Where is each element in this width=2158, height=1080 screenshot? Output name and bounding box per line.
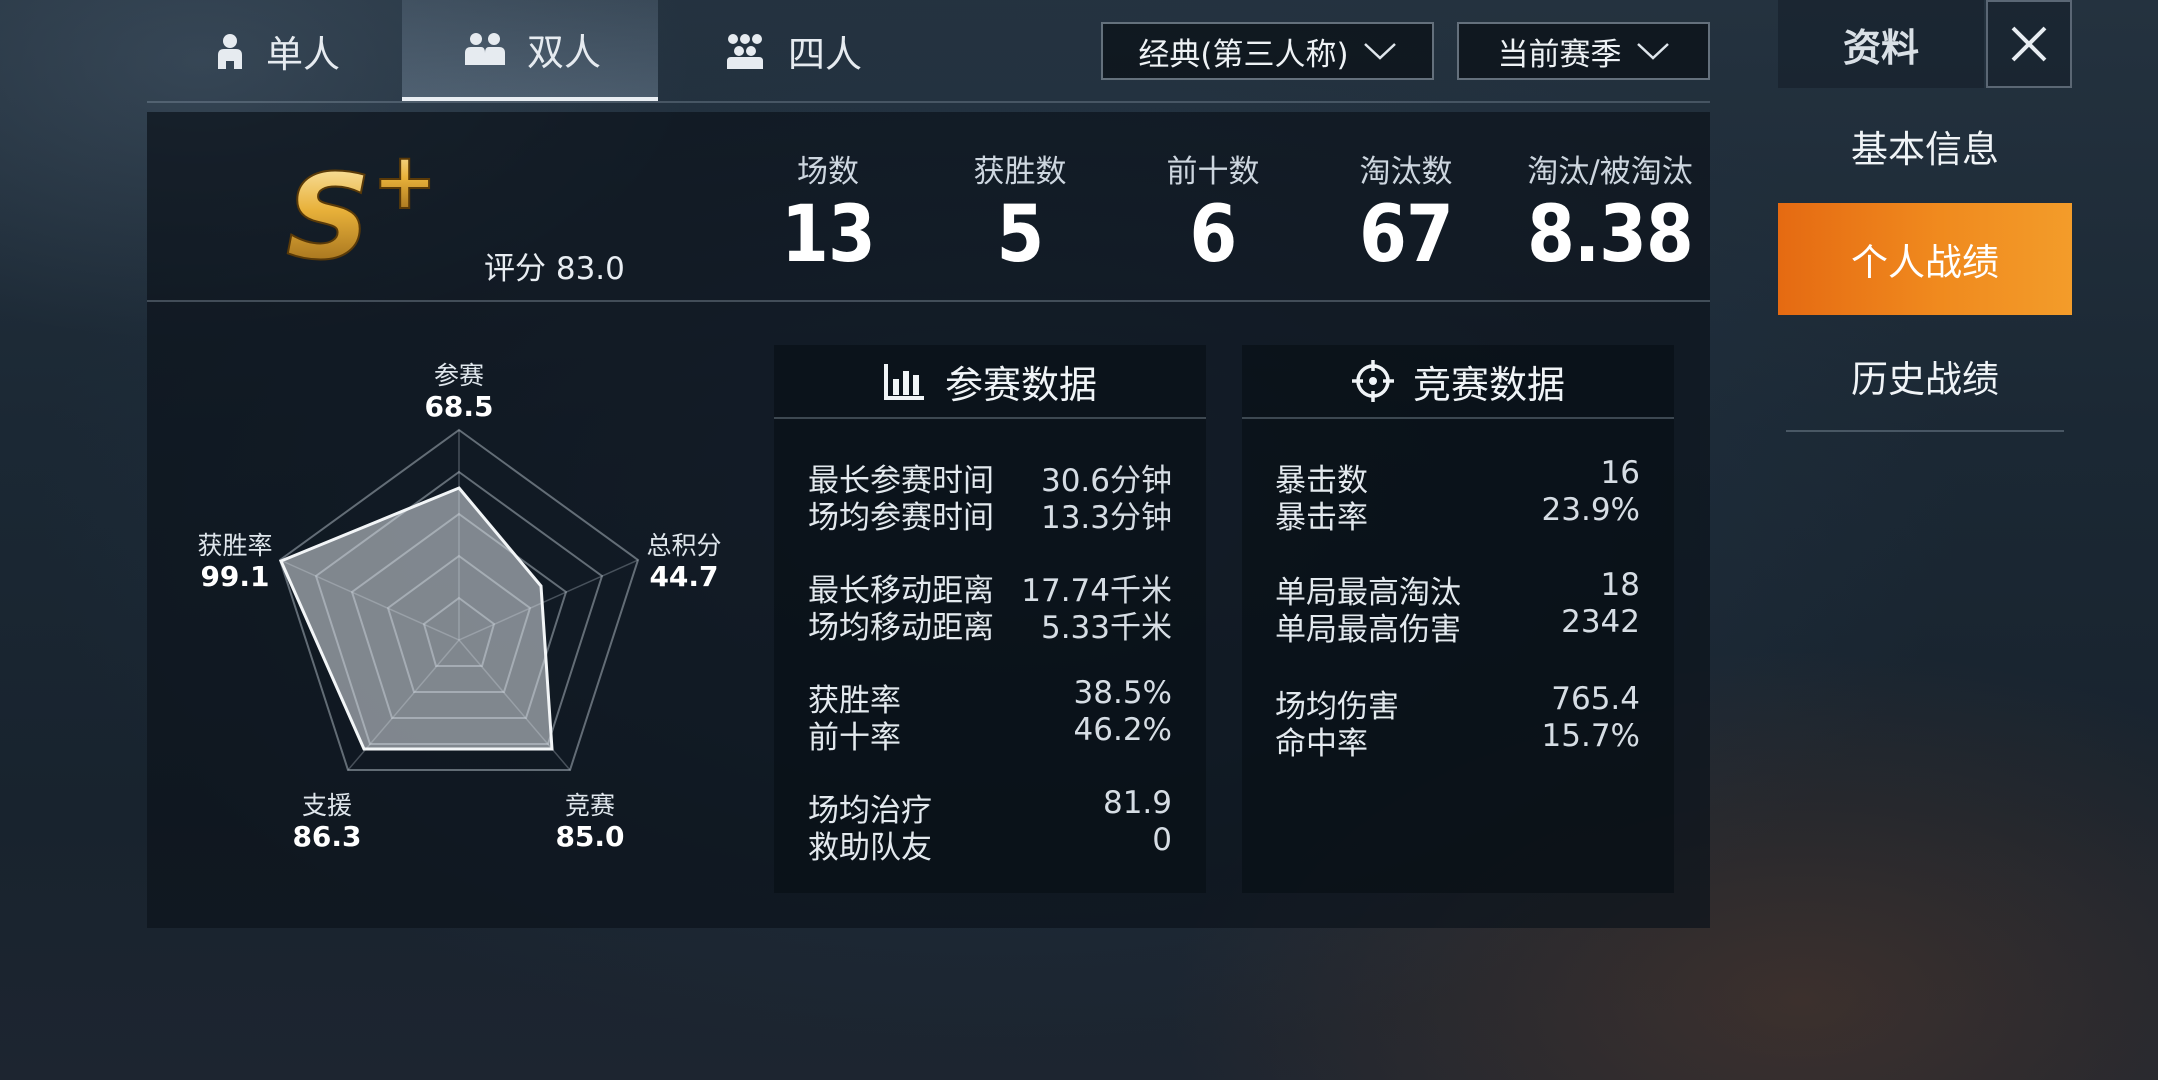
combat-row-label: 单局最高伤害 bbox=[1275, 612, 1461, 648]
rating-score: 评分 83.0 bbox=[484, 251, 625, 287]
sidebar-divider bbox=[1786, 430, 2064, 432]
duo-icon bbox=[465, 32, 505, 65]
radar-label-win-rate: 获胜率 bbox=[197, 531, 273, 560]
stat-wins-label: 获胜数 bbox=[973, 154, 1067, 190]
stat-top10-value: 6 bbox=[1189, 190, 1238, 280]
combat-row-label: 命中率 bbox=[1275, 726, 1368, 762]
combat-row-value: 2342 bbox=[1561, 604, 1640, 640]
sidebar-item-label: 基本信息 bbox=[1851, 128, 1999, 171]
sidebar-item-history[interactable]: 历史战绩 bbox=[1778, 320, 2072, 432]
rank-tier-letter: S bbox=[286, 148, 371, 271]
participation-row-value: 81.9 bbox=[1102, 785, 1172, 821]
stat-kills-value: 67 bbox=[1359, 190, 1454, 280]
season-dropdown-value: 当前赛季 bbox=[1497, 36, 1622, 73]
participation-row-value: 46.2% bbox=[1073, 712, 1172, 748]
stat-matches-label: 场数 bbox=[797, 154, 859, 190]
combat-row-value: 23.9% bbox=[1541, 492, 1640, 528]
participation-row-value: 5.33千米 bbox=[1040, 610, 1172, 646]
radar-value-total-score: 44.7 bbox=[649, 560, 719, 593]
participation-row-label: 救助队友 bbox=[808, 830, 932, 866]
radar-value-combat: 85.0 bbox=[555, 820, 625, 853]
tab-label: 双人 bbox=[527, 30, 601, 74]
stat-wins-value: 5 bbox=[996, 190, 1045, 280]
stat-kills-label: 淘汰数 bbox=[1359, 154, 1453, 190]
sidebar-item-label: 历史战绩 bbox=[1851, 358, 1999, 401]
stat-kd-label: 淘汰/被淘汰 bbox=[1527, 154, 1693, 190]
combat-divider bbox=[1242, 417, 1674, 419]
participation-row-label: 前十率 bbox=[808, 720, 901, 756]
participation-row-value: 38.5% bbox=[1073, 675, 1172, 711]
participation-title: 参赛数据 bbox=[774, 345, 1206, 417]
radar-label-combat: 竞赛 bbox=[564, 791, 615, 820]
sidebar-title: 资料 bbox=[1778, 0, 1984, 88]
squad-icon bbox=[727, 33, 763, 69]
close-icon bbox=[2011, 26, 2047, 62]
sidebar-item-label: 个人战绩 bbox=[1851, 241, 1999, 284]
sidebar-item-basic-info[interactable]: 基本信息 bbox=[1778, 90, 2072, 202]
bar-chart-icon bbox=[883, 364, 924, 400]
stat-top10-label: 前十数 bbox=[1166, 154, 1260, 190]
tab-label: 四人 bbox=[788, 32, 862, 76]
participation-row-label: 场均参赛时间 bbox=[808, 500, 994, 536]
stat-matches-value: 13 bbox=[781, 190, 876, 280]
rank-tier-plus: + bbox=[372, 146, 437, 227]
radar-label-participation: 参赛 bbox=[433, 361, 484, 390]
participation-row-label: 场均移动距离 bbox=[808, 610, 994, 646]
season-dropdown[interactable]: 当前赛季 bbox=[1457, 22, 1710, 80]
chevron-down-icon bbox=[1636, 43, 1669, 60]
radar-label-total-score: 总积分 bbox=[646, 531, 722, 560]
chevron-down-icon bbox=[1363, 43, 1396, 60]
panel-divider bbox=[147, 300, 1710, 302]
close-button[interactable] bbox=[1986, 0, 2072, 88]
participation-title-text: 参赛数据 bbox=[944, 362, 1097, 407]
participation-row-value: 13.3分钟 bbox=[1040, 500, 1172, 536]
radar-label-support: 支援 bbox=[301, 791, 352, 820]
sidebar-item-personal-stats[interactable]: 个人战绩 bbox=[1778, 203, 2072, 315]
combat-row-value: 18 bbox=[1600, 567, 1640, 603]
combat-row-value: 16 bbox=[1600, 455, 1640, 491]
radar-value-win-rate: 99.1 bbox=[200, 560, 270, 593]
tab-duo[interactable]: 双人 bbox=[402, 0, 658, 101]
radar-area bbox=[279, 486, 554, 751]
combat-row-value: 765.4 bbox=[1551, 681, 1640, 717]
stat-kd-value: 8.38 bbox=[1527, 190, 1694, 280]
combat-title-text: 竞赛数据 bbox=[1412, 362, 1565, 407]
tab-squad[interactable]: 四人 bbox=[700, 0, 880, 101]
tab-single[interactable]: 单人 bbox=[185, 0, 365, 101]
tabs-underline bbox=[147, 101, 1710, 103]
mode-dropdown-value: 经典(第三人称) bbox=[1138, 36, 1349, 73]
radar-value-support: 86.3 bbox=[292, 820, 362, 853]
rank-badge-graphic: S + bbox=[285, 136, 438, 287]
combat-title: 竞赛数据 bbox=[1242, 345, 1674, 417]
tab-label: 单人 bbox=[266, 32, 340, 76]
combat-row-label: 暴击率 bbox=[1275, 500, 1368, 536]
crosshair-icon bbox=[1351, 360, 1394, 402]
radar-value-participation: 68.5 bbox=[424, 390, 494, 423]
single-person-icon bbox=[218, 33, 242, 69]
radar-chart bbox=[278, 428, 640, 771]
rank-badge: S + bbox=[282, 136, 462, 287]
participation-divider bbox=[774, 417, 1206, 419]
mode-dropdown[interactable]: 经典(第三人称) bbox=[1101, 22, 1434, 80]
participation-row-value: 0 bbox=[1152, 822, 1172, 858]
combat-row-value: 15.7% bbox=[1541, 718, 1640, 754]
